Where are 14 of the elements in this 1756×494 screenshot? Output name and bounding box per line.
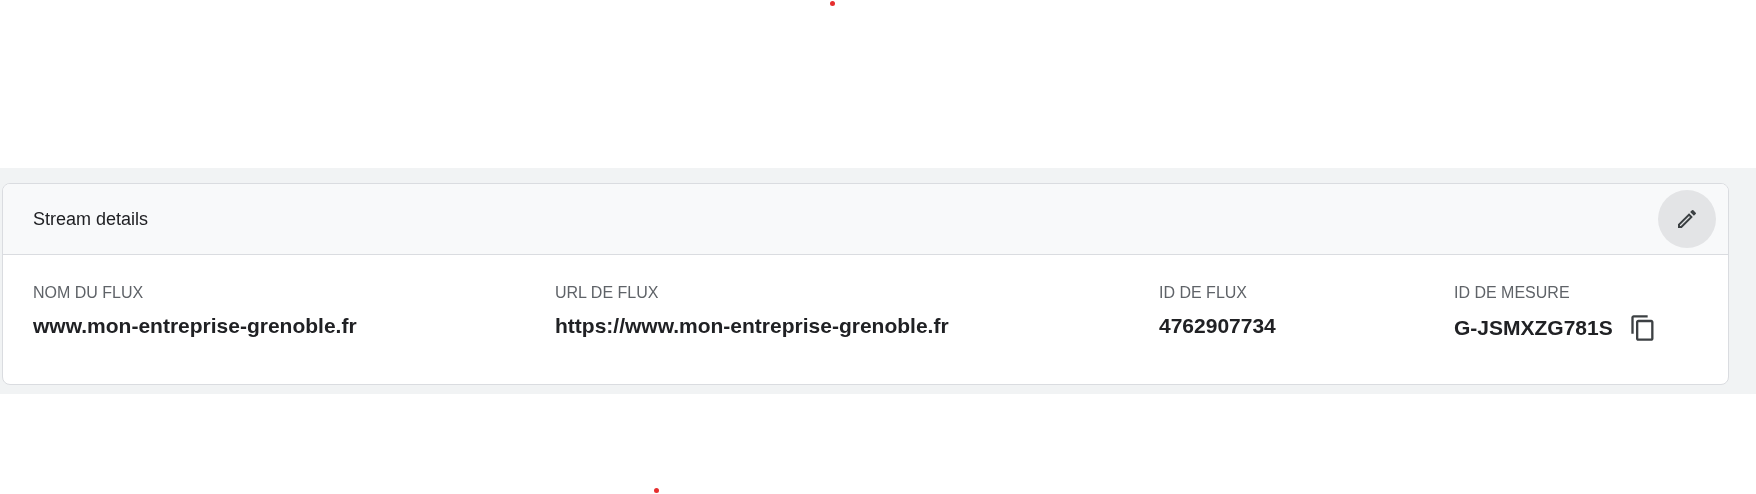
- field-value: G-JSMXZG781S: [1454, 316, 1613, 340]
- field-label: ID DE FLUX: [1159, 284, 1248, 302]
- marker-dot: [830, 1, 835, 6]
- copy-icon: [1628, 314, 1657, 342]
- field-label: NOM DU FLUX: [33, 284, 145, 302]
- field-value: 4762907734: [1159, 314, 1276, 338]
- card-title: Stream details: [33, 208, 149, 230]
- pencil-icon: [1675, 207, 1699, 231]
- field-value: www.mon-entreprise-grenoble.fr: [33, 314, 357, 338]
- field-value: https://www.mon-entreprise-grenoble.fr: [555, 314, 949, 338]
- marker-dot: [654, 488, 659, 493]
- copy-button[interactable]: [1628, 314, 1657, 342]
- field-label: URL DE FLUX: [555, 284, 660, 302]
- field-label: ID DE MESURE: [1454, 284, 1571, 302]
